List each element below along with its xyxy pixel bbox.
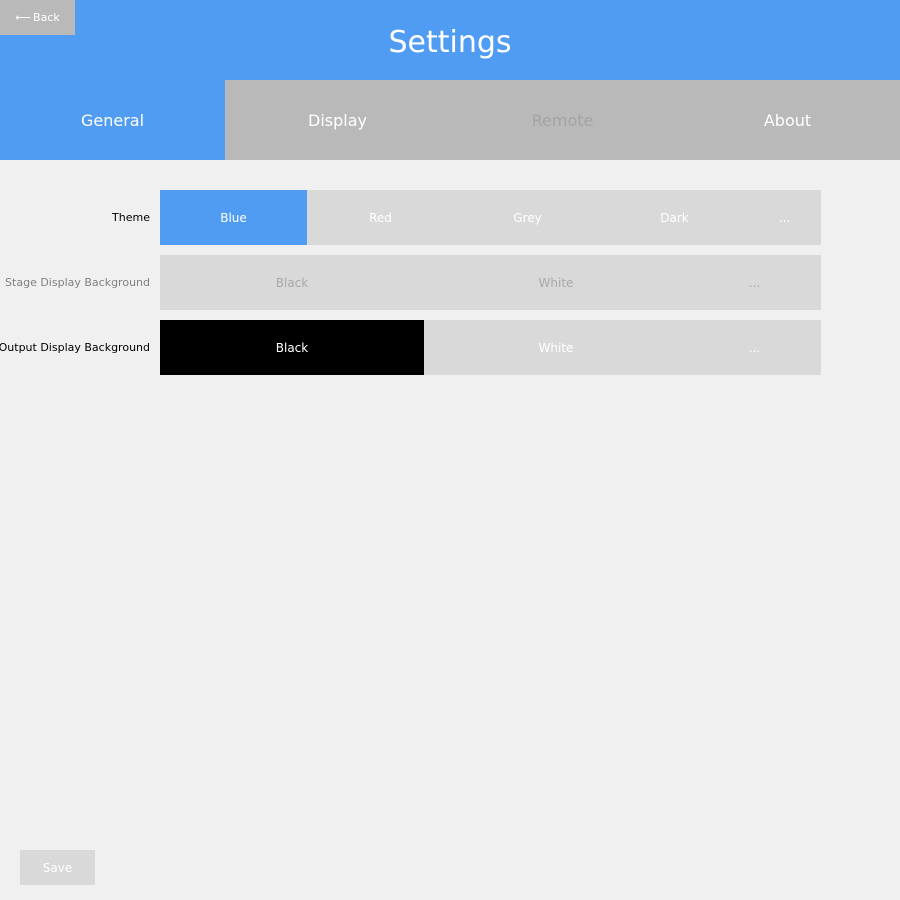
stage-display-background-option-group: Black White ... xyxy=(160,255,821,310)
output-display-background-row: Output Display Background Black White ..… xyxy=(0,320,900,375)
theme-option-dark[interactable]: Dark xyxy=(601,190,748,245)
output-bg-option-black[interactable]: Black xyxy=(160,320,424,375)
theme-label: Theme xyxy=(112,211,150,224)
stage-bg-option-more[interactable]: ... xyxy=(688,255,821,310)
tab-remote[interactable]: Remote xyxy=(450,80,675,160)
tab-about[interactable]: About xyxy=(675,80,900,160)
tab-display[interactable]: Display xyxy=(225,80,450,160)
theme-option-group: Blue Red Grey Dark ... xyxy=(160,190,821,245)
theme-option-more[interactable]: ... xyxy=(748,190,821,245)
stage-bg-option-black[interactable]: Black xyxy=(160,255,424,310)
tab-bar: General Display Remote About xyxy=(0,80,900,160)
theme-option-grey[interactable]: Grey xyxy=(454,190,601,245)
page-title: Settings xyxy=(388,24,512,60)
theme-option-red[interactable]: Red xyxy=(307,190,454,245)
output-display-background-option-group: Black White ... xyxy=(160,320,821,375)
arrow-left-icon: ⟵ xyxy=(15,11,32,24)
theme-option-blue[interactable]: Blue xyxy=(160,190,307,245)
tab-general[interactable]: General xyxy=(0,80,225,160)
output-bg-option-more[interactable]: ... xyxy=(688,320,821,375)
stage-display-background-label: Stage Display Background xyxy=(5,276,150,289)
save-button[interactable]: Save xyxy=(20,850,95,885)
back-button[interactable]: ⟵ Back xyxy=(0,0,75,35)
theme-setting-row: Theme Blue Red Grey Dark ... xyxy=(0,190,900,245)
output-display-background-label: Output Display Background xyxy=(0,341,150,354)
back-button-label: Back xyxy=(33,11,60,24)
stage-display-background-row: Stage Display Background Black White ... xyxy=(0,255,900,310)
header-bar: Settings ⟵ Back xyxy=(0,0,900,80)
stage-bg-option-white[interactable]: White xyxy=(424,255,688,310)
output-bg-option-white[interactable]: White xyxy=(424,320,688,375)
